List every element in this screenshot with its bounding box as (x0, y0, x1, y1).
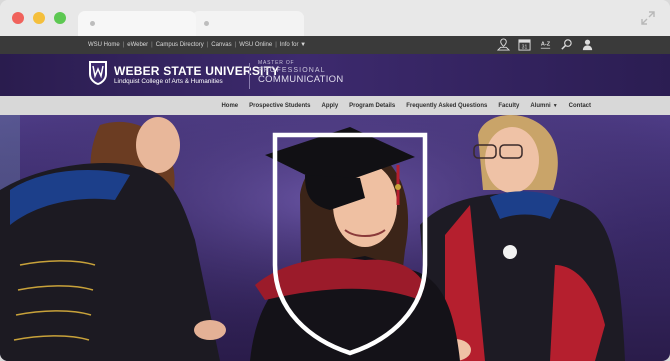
close-window-button[interactable] (12, 12, 24, 24)
maximize-window-button[interactable] (54, 12, 66, 24)
nav-home[interactable]: Home (221, 103, 238, 109)
nav-alumni-label: Alumni (530, 102, 551, 109)
program-title-line3: COMMUNICATION (258, 74, 344, 85)
program-title[interactable]: MASTER OF PROFESSIONAL COMMUNICATION (258, 61, 344, 85)
nav-faculty[interactable]: Faculty (498, 103, 519, 109)
college-name: Lindquist College of Arts & Humanities (114, 78, 223, 85)
browser-tab-1[interactable] (78, 11, 196, 36)
program-title-line2: PROFESSIONAL (258, 67, 326, 74)
utility-link-campus-directory[interactable]: Campus Directory (156, 42, 204, 48)
map-icon[interactable] (497, 38, 510, 51)
browser-chrome (0, 0, 670, 36)
utility-tools: 31 A-Z (497, 38, 594, 51)
nav-apply[interactable]: Apply (322, 103, 339, 109)
utility-bar: WSU Home | eWeber | Campus Directory | Canv… (0, 36, 670, 54)
search-icon[interactable] (560, 38, 573, 51)
utility-link-canvas[interactable]: Canvas (211, 42, 231, 48)
browser-tab-2[interactable] (192, 11, 304, 36)
nav-faq[interactable]: Frequently Asked Questions (406, 103, 487, 109)
user-icon[interactable] (581, 38, 594, 51)
browser-window: WSU Home | eWeber | Campus Directory | Canv… (0, 0, 670, 361)
a-z-label: A-Z (541, 41, 551, 47)
nav-contact[interactable]: Contact (569, 103, 591, 109)
nav-program-details[interactable]: Program Details (349, 103, 395, 109)
utility-link-wsu-online[interactable]: WSU Online (239, 42, 272, 48)
utility-link-eweber[interactable]: eWeber (127, 42, 148, 48)
calendar-icon[interactable]: 31 (518, 38, 531, 51)
utility-links: WSU Home | eWeber | Campus Directory | Canv… (88, 42, 307, 48)
a-z-index-icon[interactable]: A-Z (539, 38, 552, 51)
program-title-line1: MASTER OF (258, 60, 295, 66)
utility-link-info-for[interactable]: Info for ▼ (280, 42, 306, 48)
main-nav: Home Prospective Students Apply Program … (0, 96, 670, 116)
weber-shield-logo-icon[interactable] (88, 60, 108, 86)
nav-alumni[interactable]: Alumni ▼ (530, 103, 557, 109)
header-divider (249, 63, 250, 89)
tab-favicon-icon (90, 21, 95, 26)
hero-image (0, 115, 670, 361)
graduation-photo (0, 115, 670, 361)
tab-favicon-icon (204, 21, 209, 26)
university-name[interactable]: WEBER STATE UNIVERSITY (114, 64, 279, 78)
minimize-window-button[interactable] (33, 12, 45, 24)
nav-prospective-students[interactable]: Prospective Students (249, 103, 310, 109)
utility-link-wsu-home[interactable]: WSU Home (88, 42, 120, 48)
calendar-day: 31 (522, 45, 528, 51)
site-header: WEBER STATE UNIVERSITY Lindquist College… (0, 54, 670, 96)
fullscreen-icon[interactable] (640, 10, 656, 26)
chevron-down-icon: ▼ (552, 102, 558, 109)
